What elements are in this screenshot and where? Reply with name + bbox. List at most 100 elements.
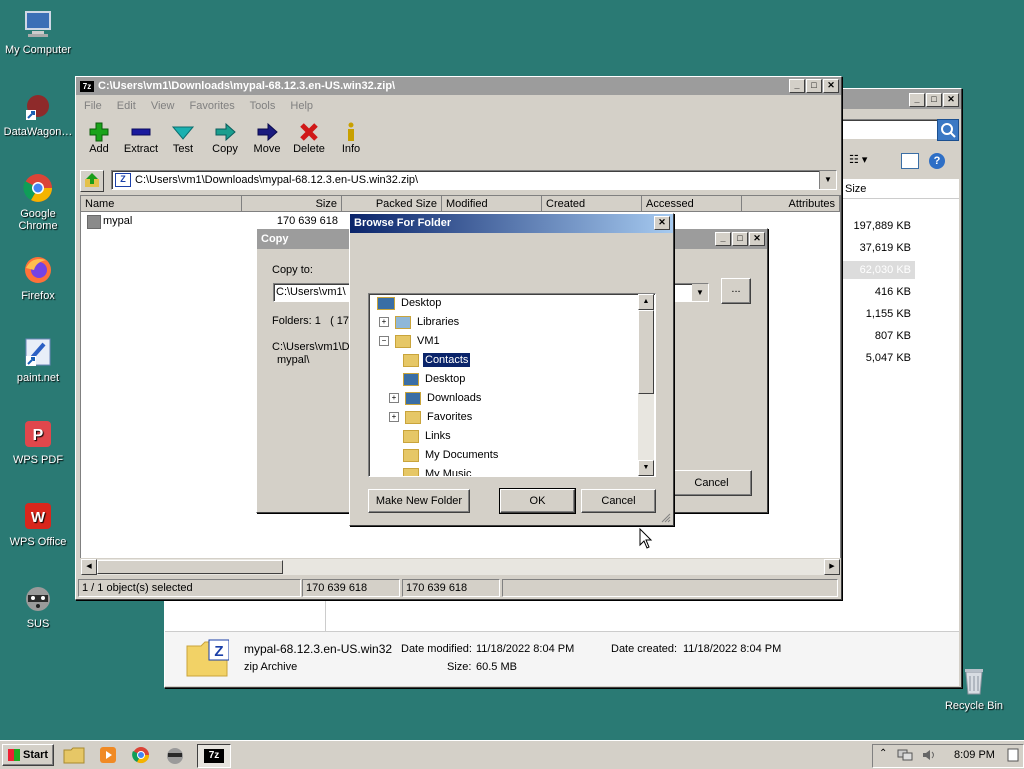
minimize-button[interactable]: _ xyxy=(909,93,925,107)
collapse-icon[interactable]: − xyxy=(379,336,389,347)
maximize-button[interactable]: □ xyxy=(806,79,822,93)
browse-button[interactable]: ... xyxy=(721,278,751,304)
tree-item[interactable]: Desktop xyxy=(375,370,467,389)
details-size-label: Size: xyxy=(447,661,472,673)
add-button[interactable]: Add xyxy=(78,121,120,155)
scroll-right-icon[interactable]: ▶ xyxy=(824,559,840,575)
desktop-icon-wps-pdf[interactable]: P WPS PDF xyxy=(0,418,76,466)
menu-edit[interactable]: Edit xyxy=(117,100,136,112)
close-button[interactable]: ✕ xyxy=(749,232,765,246)
tree-item[interactable]: − VM1 xyxy=(375,332,442,351)
desktop-icon-wps-office[interactable]: W WPS Office xyxy=(0,500,76,548)
desktop-icon-sus[interactable]: SUS xyxy=(0,582,76,630)
notification-icon[interactable] xyxy=(1007,748,1019,762)
tree-item[interactable]: Contacts xyxy=(375,351,472,370)
tree-item[interactable]: Desktop xyxy=(375,294,443,313)
explorer-search-input[interactable] xyxy=(841,119,938,139)
maximize-button[interactable]: □ xyxy=(926,93,942,107)
column-attributes[interactable]: Attributes xyxy=(742,196,840,212)
chevron-down-icon[interactable]: ▼ xyxy=(819,171,836,189)
move-button[interactable]: Move xyxy=(246,121,288,155)
size-cell: 197,889 KB xyxy=(853,220,912,232)
expand-icon[interactable]: + xyxy=(389,393,399,404)
test-button[interactable]: Test xyxy=(162,121,204,155)
clock[interactable]: 8:09 PM xyxy=(954,749,995,761)
taskbar-explorer-icon[interactable] xyxy=(62,745,88,765)
expand-icon[interactable]: + xyxy=(389,412,399,423)
menu-help[interactable]: Help xyxy=(290,100,313,112)
desktop-icon-my-computer[interactable]: My Computer xyxy=(0,8,76,56)
close-button[interactable]: ✕ xyxy=(943,93,959,107)
up-folder-button[interactable] xyxy=(80,170,104,192)
column-name[interactable]: Name xyxy=(81,196,242,212)
scroll-down-icon[interactable]: ▼ xyxy=(638,460,654,476)
details-pane: Z mypal-68.12.3.en-US.win32 zip Archive … xyxy=(165,631,959,686)
column-packed-size[interactable]: Packed Size xyxy=(342,196,442,212)
menu-tools[interactable]: Tools xyxy=(250,100,276,112)
copy-to-path-input[interactable]: C:\Users\vm1\ xyxy=(273,283,357,302)
vertical-scrollbar[interactable]: ▲ ▼ xyxy=(638,294,654,476)
status-size: 170 639 618 xyxy=(302,579,400,597)
menu-file[interactable]: File xyxy=(84,100,102,112)
taskbar-7zip-button[interactable]: 7z xyxy=(197,744,231,768)
sevenzip-window-title: C:\Users\vm1\Downloads\mypal-68.12.3.en-… xyxy=(98,80,396,92)
desktop-icon-datawagon[interactable]: DataWagon… xyxy=(0,90,76,138)
close-button[interactable]: ✕ xyxy=(823,79,839,93)
chevron-down-icon[interactable]: ▼ xyxy=(692,284,708,301)
volume-icon[interactable] xyxy=(921,748,937,762)
firefox-icon xyxy=(22,254,54,286)
taskbar-media-player-icon[interactable] xyxy=(97,745,121,765)
desktop-icon-paintnet[interactable]: paint.net xyxy=(0,336,76,384)
make-new-folder-button[interactable]: Make New Folder xyxy=(368,489,470,513)
close-button[interactable]: ✕ xyxy=(654,216,670,230)
tree-item[interactable]: My Documents xyxy=(375,446,500,465)
views-menu-button[interactable]: ☷ ▾ xyxy=(849,153,889,169)
menu-favorites[interactable]: Favorites xyxy=(190,100,235,112)
taskbar-chrome-icon[interactable] xyxy=(131,745,155,765)
start-button[interactable]: Start xyxy=(2,744,54,766)
maximize-button[interactable]: □ xyxy=(732,232,748,246)
tray-expand-icon[interactable]: ⌃ xyxy=(879,748,887,759)
menu-view[interactable]: View xyxy=(151,100,175,112)
info-button[interactable]: Info xyxy=(330,121,372,155)
delete-button[interactable]: Delete xyxy=(288,121,330,155)
address-combobox[interactable]: Z C:\Users\vm1\Downloads\mypal-68.12.3.en… xyxy=(111,170,837,190)
tree-item[interactable]: + Libraries xyxy=(375,313,461,332)
column-size[interactable]: Size xyxy=(242,196,342,212)
search-icon[interactable] xyxy=(937,119,959,141)
browse-cancel-button[interactable]: Cancel xyxy=(581,489,656,513)
resize-grip-icon[interactable] xyxy=(661,513,671,523)
tree-item[interactable]: My Music xyxy=(375,465,473,476)
scroll-up-icon[interactable]: ▲ xyxy=(638,294,654,310)
preview-pane-icon[interactable] xyxy=(901,153,919,169)
column-created[interactable]: Created xyxy=(542,196,642,212)
desktop-icon-firefox[interactable]: Firefox xyxy=(0,254,76,302)
copy-to-path-combobox[interactable]: ▼ xyxy=(673,283,709,302)
size-column-header[interactable]: Size xyxy=(840,179,959,199)
desktop-icon-chrome[interactable]: Google Chrome xyxy=(0,172,76,232)
tree-item[interactable]: + Downloads xyxy=(375,389,483,408)
extract-button[interactable]: Extract xyxy=(120,121,162,155)
help-icon[interactable]: ? xyxy=(929,153,945,169)
expand-icon[interactable]: + xyxy=(379,317,389,328)
minimize-button[interactable]: _ xyxy=(715,232,731,246)
size-cell: 37,619 KB xyxy=(859,242,911,254)
column-modified[interactable]: Modified xyxy=(442,196,542,212)
network-icon[interactable] xyxy=(897,748,913,762)
ok-button[interactable]: OK xyxy=(499,488,576,514)
minimize-button[interactable]: _ xyxy=(789,79,805,93)
tree-item[interactable]: + Favorites xyxy=(375,408,474,427)
scroll-thumb[interactable] xyxy=(638,310,654,394)
taskbar-raccoon-icon[interactable] xyxy=(165,745,189,765)
computer-icon xyxy=(22,8,54,40)
copy-button[interactable]: Copy xyxy=(204,121,246,155)
copy-cancel-button[interactable]: Cancel xyxy=(671,470,752,496)
scroll-thumb[interactable] xyxy=(97,560,283,574)
folder-icon xyxy=(87,215,101,229)
details-date-modified: 11/18/2022 8:04 PM xyxy=(476,643,575,655)
scroll-left-icon[interactable]: ◀ xyxy=(81,559,97,575)
horizontal-scrollbar[interactable]: ◀ ▶ xyxy=(80,558,841,576)
column-accessed[interactable]: Accessed xyxy=(642,196,742,212)
tree-item[interactable]: Links xyxy=(375,427,453,446)
